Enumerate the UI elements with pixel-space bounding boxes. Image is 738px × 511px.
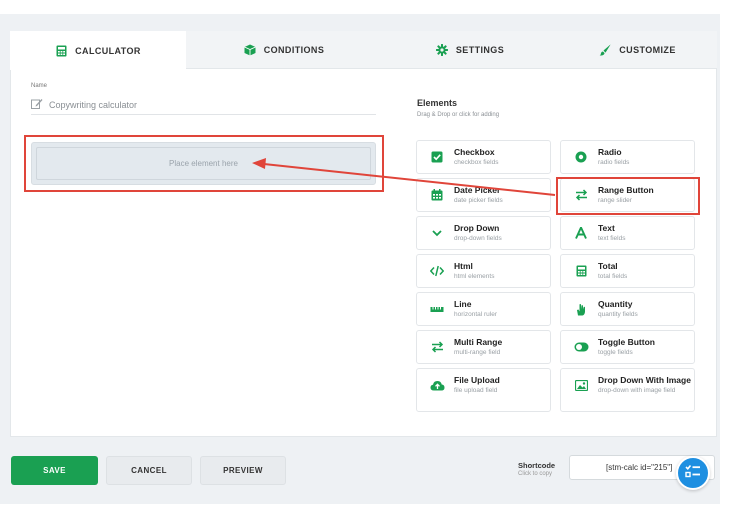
tab-conditions-label: CONDITIONS xyxy=(263,45,325,55)
element-desc: date picker fields xyxy=(454,197,503,204)
drop-zone[interactable]: Place element here xyxy=(31,142,376,185)
element-quantity[interactable]: Quantity quantity fields xyxy=(560,292,695,326)
element-text[interactable]: Text text fields xyxy=(560,216,695,250)
name-input[interactable] xyxy=(49,99,349,110)
element-line[interactable]: Line horizontal ruler xyxy=(416,292,551,326)
element-total[interactable]: Total total fields xyxy=(560,254,695,288)
code-icon xyxy=(429,263,445,279)
element-name: Drop Down With Image xyxy=(598,375,691,385)
radio-icon xyxy=(573,149,589,165)
cancel-button[interactable]: CANCEL xyxy=(106,456,192,485)
element-checkbox[interactable]: Checkbox checkbox fields xyxy=(416,140,551,174)
element-desc: file upload field xyxy=(454,387,498,394)
element-name: Radio xyxy=(598,147,622,157)
element-name: Date Picker xyxy=(454,185,501,195)
element-name: Text xyxy=(598,223,615,233)
brush-icon xyxy=(599,44,611,56)
name-field[interactable] xyxy=(31,95,376,115)
checklist-icon xyxy=(685,464,701,483)
element-drop-down[interactable]: Drop Down drop-down fields xyxy=(416,216,551,250)
element-desc: multi-range field xyxy=(454,349,501,356)
name-field-label: Name xyxy=(31,83,48,89)
element-drop-down-with-image[interactable]: Drop Down With Image drop-down with image… xyxy=(560,368,695,412)
chevron-down-icon xyxy=(429,225,445,241)
elements-title: Elements xyxy=(417,98,458,108)
checkbox-icon xyxy=(429,149,445,165)
tab-customize-label: CUSTOMIZE xyxy=(619,45,676,55)
element-name: Html xyxy=(454,261,473,271)
text-icon xyxy=(573,225,589,241)
element-file-upload[interactable]: File Upload file upload field xyxy=(416,368,551,412)
tab-settings-label: SETTINGS xyxy=(455,45,505,55)
element-desc: drop-down with image field xyxy=(598,387,676,394)
calendar-icon xyxy=(429,187,445,203)
tab-conditions[interactable]: CONDITIONS xyxy=(186,31,382,69)
element-name: Toggle Button xyxy=(598,337,655,347)
element-name: File Upload xyxy=(454,375,500,385)
element-desc: quantity fields xyxy=(598,311,638,318)
checklist-fab-button[interactable] xyxy=(676,456,710,490)
toggle-icon xyxy=(573,339,589,355)
element-desc: checkbox fields xyxy=(454,159,499,166)
element-name: Line xyxy=(454,299,472,309)
cube-icon xyxy=(244,44,256,56)
tab-bar: CALCULATOR CONDITIONS SETTINGS CUSTOMIZE xyxy=(10,31,717,70)
drop-zone-placeholder: Place element here xyxy=(36,147,371,180)
calculator-icon xyxy=(573,263,589,279)
element-desc: radio fields xyxy=(598,159,630,166)
element-desc: total fields xyxy=(598,273,628,280)
cloud-upload-icon xyxy=(429,377,445,393)
element-name: Quantity xyxy=(598,299,633,309)
shortcode-title: Shortcode xyxy=(518,461,556,470)
element-name: Drop Down xyxy=(454,223,500,233)
element-desc: horizontal ruler xyxy=(454,311,497,318)
image-icon xyxy=(573,377,589,393)
tab-calculator[interactable]: CALCULATOR xyxy=(10,31,186,70)
element-radio[interactable]: Radio radio fields xyxy=(560,140,695,174)
element-desc: text fields xyxy=(598,235,626,242)
preview-button[interactable]: PREVIEW xyxy=(200,456,286,485)
edit-icon xyxy=(31,96,43,114)
tab-calculator-label: CALCULATOR xyxy=(75,45,141,56)
multi-range-icon xyxy=(429,339,445,355)
gear-icon xyxy=(435,44,448,56)
hand-icon xyxy=(573,301,589,317)
tab-customize[interactable]: CUSTOMIZE xyxy=(558,31,717,69)
element-toggle-button[interactable]: Toggle Button toggle fields xyxy=(560,330,695,364)
element-name: Total xyxy=(598,261,618,271)
element-name: Checkbox xyxy=(454,147,495,157)
shortcode-hint: Click to copy xyxy=(518,471,553,477)
save-button[interactable]: SAVE xyxy=(11,456,98,485)
element-multi-range[interactable]: Multi Range multi-range field xyxy=(416,330,551,364)
element-desc: toggle fields xyxy=(598,349,633,356)
element-desc: drop-down fields xyxy=(454,235,502,242)
element-html[interactable]: Html html elements xyxy=(416,254,551,288)
element-name: Multi Range xyxy=(454,337,503,347)
range-button-highlight xyxy=(556,177,700,215)
calculator-icon xyxy=(55,45,67,57)
element-desc: html elements xyxy=(454,273,495,280)
tab-settings[interactable]: SETTINGS xyxy=(382,31,558,69)
ruler-icon xyxy=(429,301,445,317)
element-date-picker[interactable]: Date Picker date picker fields xyxy=(416,178,551,212)
elements-subtitle: Drag & Drop or click for adding xyxy=(417,112,500,118)
